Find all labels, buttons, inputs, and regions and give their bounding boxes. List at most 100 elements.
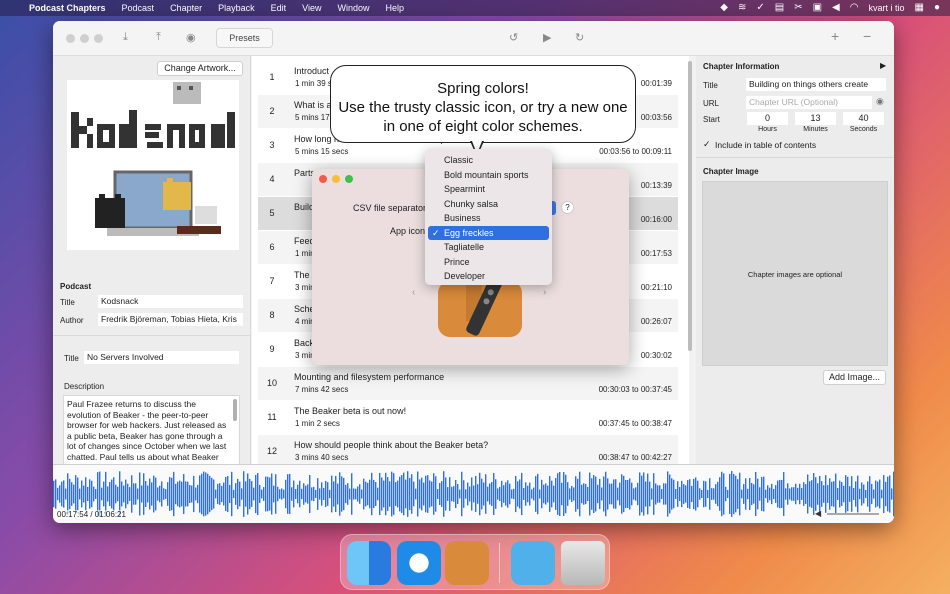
icon-option-tagliatelle[interactable]: Tagliatelle	[428, 240, 549, 255]
chapter-row-11[interactable]: 11 The Beaker beta is out now! 1 min 2 sec…	[258, 401, 678, 434]
icon-option-chunky-salsa[interactable]: Chunky salsa	[428, 197, 549, 212]
waveform-bar	[335, 475, 337, 513]
waveform-bar	[727, 489, 729, 499]
minimize-window-button[interactable]	[332, 175, 340, 183]
close-window-button[interactable]	[66, 34, 75, 43]
add-chapter-icon[interactable]: +	[831, 28, 839, 44]
check-circle-icon[interactable]: ✓	[756, 0, 764, 16]
export-icon[interactable]: ⤒	[156, 31, 161, 44]
scissors-icon[interactable]: ✂	[794, 0, 802, 16]
waveform-bar	[409, 477, 411, 511]
icon-option-bold-mountain-sports[interactable]: Bold mountain sports	[428, 168, 549, 183]
rewind-icon[interactable]: ↺	[509, 31, 518, 44]
waveform-bar	[757, 478, 759, 510]
waveform-bar	[221, 485, 223, 503]
waveform-bar	[185, 481, 187, 507]
siri-icon[interactable]: ●	[934, 0, 940, 16]
waveform-bar	[741, 489, 743, 499]
icon-option-classic[interactable]: Classic	[428, 153, 549, 168]
previous-icon-arrow[interactable]: ‹	[412, 287, 415, 298]
help-button[interactable]: ?	[561, 201, 574, 214]
icon-option-egg-freckles[interactable]: ✓ Egg freckles	[428, 225, 549, 240]
icon-option-prince[interactable]: Prince	[428, 255, 549, 270]
waveform-bar	[835, 473, 837, 515]
safari-icon[interactable]	[397, 541, 441, 585]
waveform-bar	[497, 488, 499, 500]
forward-icon[interactable]: ↻	[575, 31, 584, 44]
minimize-window-button[interactable]	[80, 34, 89, 43]
waveform-view[interactable]: 00:17:54 / 01:06:21 ◀	[53, 464, 894, 523]
icon-option-spearmint[interactable]: Spearmint	[428, 182, 549, 197]
menu-edit[interactable]: Edit	[263, 0, 295, 16]
podcast-title-field[interactable]: Kodsnack	[98, 295, 243, 308]
description-scrollbar[interactable]	[233, 399, 237, 421]
waveform-bar	[495, 479, 497, 509]
menu-view[interactable]: View	[294, 0, 329, 16]
import-icon[interactable]: ⤓	[123, 31, 128, 44]
broadcast-icon[interactable]: ◉	[186, 31, 196, 44]
waveform-bar	[283, 489, 285, 499]
screen-icon[interactable]: ▣	[813, 0, 822, 16]
menu-podcast[interactable]: Podcast	[114, 0, 163, 16]
add-image-button[interactable]: Add Image...	[823, 370, 886, 385]
waveform-bar	[323, 487, 325, 501]
menu-window[interactable]: Window	[330, 0, 378, 16]
chapter-row-10[interactable]: 10 Mounting and filesystem performance 7 m…	[258, 367, 678, 400]
waveform-bar	[113, 477, 115, 511]
waveform-bar	[699, 488, 701, 500]
include-toc-checkbox[interactable]: ✓	[703, 139, 711, 150]
stack-icon[interactable]: ≋	[738, 0, 746, 16]
icon-option-developer[interactable]: Developer	[428, 269, 549, 284]
start-minutes-field[interactable]: 13	[795, 112, 836, 125]
eye-icon[interactable]: ◉	[876, 96, 884, 107]
chapter-title-field[interactable]: Building on things others create	[746, 78, 886, 91]
menu-app-name[interactable]: Podcast Chapters	[21, 0, 114, 16]
change-artwork-button[interactable]: Change Artwork...	[157, 61, 243, 76]
episode-title-field[interactable]: No Servers Involved	[84, 351, 239, 364]
next-icon-arrow[interactable]: ›	[543, 287, 546, 298]
waveform-bar	[441, 481, 443, 507]
presets-button[interactable]: Presets	[216, 28, 273, 48]
menu-playback[interactable]: Playback	[210, 0, 263, 16]
waveform-bar	[81, 480, 83, 508]
podcast-author-field[interactable]: Fredrik Björeman, Tobias Hieta, Kris	[98, 313, 243, 326]
chapter-row-12[interactable]: 12 How should people think about the Beak…	[258, 435, 678, 464]
menu-help[interactable]: Help	[378, 0, 413, 16]
podcast-chapters-icon[interactable]	[445, 541, 489, 585]
disclosure-icon[interactable]: ▶	[880, 61, 886, 70]
dropbox-icon[interactable]: ◆	[720, 0, 728, 16]
close-window-button[interactable]	[319, 175, 327, 183]
waveform-bar	[83, 485, 85, 503]
start-seconds-field[interactable]: 40	[843, 112, 884, 125]
waveform-bar	[269, 477, 271, 511]
waveform-bar	[611, 483, 613, 505]
waveform-bar	[715, 484, 717, 504]
zoom-window-button[interactable]	[345, 175, 353, 183]
chapter-image-dropzone[interactable]: Chapter images are optional	[702, 181, 888, 366]
menu-clock[interactable]: kvart i tio	[868, 3, 904, 13]
clipboard-icon[interactable]: ▤	[775, 0, 784, 16]
start-hours-field[interactable]: 0	[747, 112, 788, 125]
wifi-icon[interactable]: ◠	[850, 0, 859, 16]
control-center-icon[interactable]: ▦	[915, 0, 924, 16]
menu-chapter[interactable]: Chapter	[162, 0, 210, 16]
waveform-bar	[453, 486, 455, 502]
waveform-bar	[587, 486, 589, 502]
chapter-list-scrollbar[interactable]	[688, 61, 692, 351]
downloads-folder-icon[interactable]	[511, 541, 555, 585]
volume-icon[interactable]: ◀	[832, 0, 840, 16]
waveform-bar	[801, 488, 803, 500]
remove-chapter-icon[interactable]: −	[863, 28, 871, 44]
waveform-bar	[235, 483, 237, 505]
zoom-window-button[interactable]	[94, 34, 103, 43]
chapter-url-field[interactable]: Chapter URL (Optional)	[746, 96, 872, 109]
play-icon[interactable]: ▶	[543, 31, 551, 44]
finder-icon[interactable]	[347, 541, 391, 585]
waveform-bar	[277, 486, 279, 502]
waveform-bar	[637, 482, 639, 506]
icon-option-business[interactable]: Business	[428, 211, 549, 226]
trash-icon[interactable]	[561, 541, 605, 585]
waveform-bar	[731, 471, 733, 517]
waveform-bar	[751, 482, 753, 506]
volume-slider[interactable]	[827, 513, 879, 515]
